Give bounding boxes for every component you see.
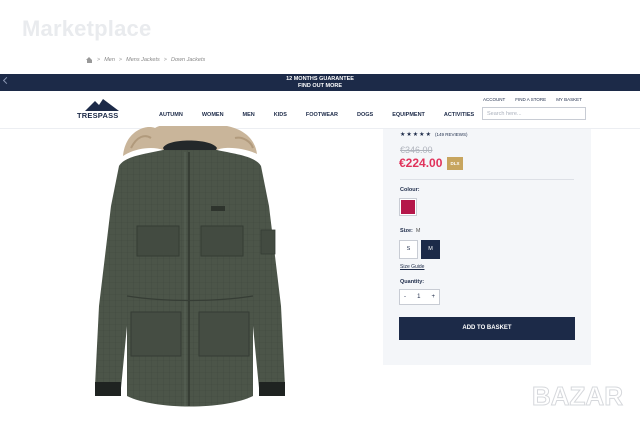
nav-item-equipment[interactable]: EQUIPMENT — [392, 112, 425, 118]
size-option-s[interactable]: S — [399, 240, 418, 259]
breadcrumb-item-men[interactable]: Men — [104, 57, 115, 63]
product-panel: ★ ★ ★ ★ ★ (149 REVIEWS) €346.00 €224.00 … — [383, 129, 591, 365]
quantity-stepper: - 1 + — [399, 289, 440, 305]
breadcrumb-item-down-jackets[interactable]: Down Jackets — [171, 57, 205, 63]
star-icon: ★ — [412, 132, 419, 138]
nav-item-footwear[interactable]: FOOTWEAR — [306, 112, 338, 118]
nav-item-men[interactable]: MEN — [243, 112, 255, 118]
size-label: Size: — [400, 228, 413, 234]
marketplace-title: Marketplace — [22, 16, 152, 41]
account-link[interactable]: ACCOUNT — [483, 97, 505, 102]
nav-item-kids[interactable]: KIDS — [274, 112, 287, 118]
bazar-watermark: BAZAR — [532, 381, 624, 412]
product-image — [95, 126, 285, 407]
nav-item-activities[interactable]: ACTIVITIES — [444, 112, 474, 118]
divider — [400, 179, 574, 180]
current-price: €224.00 — [399, 156, 443, 170]
breadcrumb-separator: > — [118, 57, 123, 63]
quantity-label: Quantity: — [400, 279, 425, 285]
nav-item-autumn[interactable]: AUTUMN — [159, 112, 183, 118]
breadcrumb-item-mens-jackets[interactable]: Mens Jackets — [126, 57, 160, 63]
utility-links: ACCOUNT FIND A STORE MY BASKET — [483, 97, 592, 102]
size-guide-link[interactable]: Size Guide — [400, 264, 424, 270]
site-header: TRESPASS AUTUMN WOMEN MEN KIDS FOOTWEAR … — [0, 91, 640, 129]
main-nav: AUTUMN WOMEN MEN KIDS FOOTWEAR DOGS EQUI… — [159, 112, 493, 118]
star-icon: ★ — [400, 132, 406, 138]
size-label-row: Size: M — [400, 228, 420, 234]
qty-plus-button[interactable]: + — [431, 294, 435, 300]
qty-value[interactable]: 1 — [417, 294, 420, 300]
search-input[interactable]: Search here... — [482, 107, 586, 120]
breadcrumb-separator: > — [97, 57, 101, 63]
colour-swatch[interactable] — [399, 198, 417, 216]
colour-label: Colour: — [400, 187, 420, 193]
home-icon[interactable] — [86, 57, 93, 63]
basket-link[interactable]: MY BASKET — [556, 97, 582, 102]
qty-minus-button[interactable]: - — [404, 294, 406, 300]
promo-banner[interactable]: 12 MONTHS GUARANTEE FIND OUT MORE — [0, 74, 640, 91]
find-store-link[interactable]: FIND A STORE — [515, 97, 546, 102]
discount-badge: DLX — [447, 157, 463, 170]
size-value: M — [415, 228, 421, 234]
nav-item-dogs[interactable]: DOGS — [357, 112, 373, 118]
promo-line-2[interactable]: FIND OUT MORE — [0, 83, 640, 90]
star-icon: ★ — [406, 132, 412, 138]
breadcrumb-separator: > — [163, 57, 167, 63]
watermark-text: BAZAR — [532, 381, 623, 411]
nav-item-women[interactable]: WOMEN — [202, 112, 224, 118]
breadcrumb: > Men > Mens Jackets > Down Jackets — [86, 57, 205, 63]
trespass-logo[interactable]: TRESPASS — [77, 99, 127, 121]
colour-swatch-fill — [401, 200, 415, 214]
rating[interactable]: ★ ★ ★ ★ ★ (149 REVIEWS) — [400, 131, 467, 138]
star-icon: ★ — [419, 132, 425, 138]
logo-text: TRESPASS — [77, 111, 119, 120]
old-price: €346.00 — [400, 145, 433, 155]
add-to-basket-button[interactable]: ADD TO BASKET — [399, 317, 575, 340]
promo-line-1: 12 MONTHS GUARANTEE — [286, 76, 354, 82]
review-count[interactable]: (149 REVIEWS) — [435, 132, 468, 137]
logo-mark-icon — [85, 99, 119, 111]
page: Marketplace > Men > Mens Jackets > Down … — [0, 0, 640, 423]
size-option-m[interactable]: M — [421, 240, 440, 259]
star-icon: ★ — [425, 132, 431, 138]
